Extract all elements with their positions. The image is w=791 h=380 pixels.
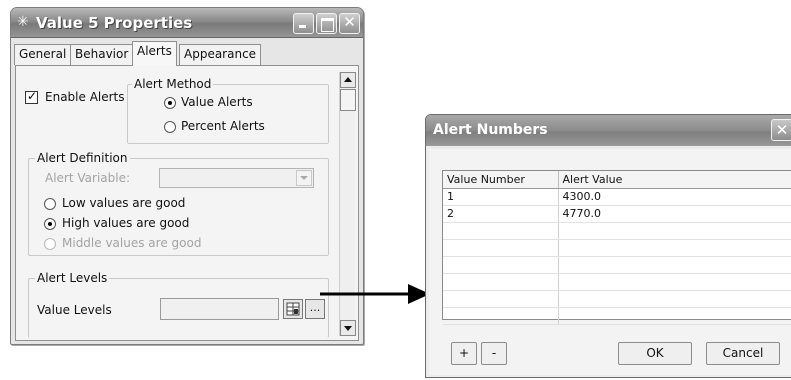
- dialog-title: Alert Numbers: [433, 122, 548, 138]
- scroll-up-button[interactable]: [340, 72, 356, 88]
- value-number-cell[interactable]: 1: [443, 188, 559, 206]
- tab-behavior[interactable]: Behavior: [70, 44, 134, 65]
- scroll-down-button[interactable]: [340, 320, 356, 336]
- edit-table-button[interactable]: [283, 299, 303, 319]
- alert-definition-legend: Alert Definition: [35, 151, 130, 165]
- low-values-label: Low values are good: [62, 196, 186, 210]
- alert-method-group: Alert Method Value Alerts Percent Alerts: [127, 77, 329, 144]
- properties-window: ✳ Value 5 Properties ✕ General Behavior …: [10, 7, 364, 345]
- table-row[interactable]: 1 4300.0: [443, 188, 791, 206]
- remove-row-button[interactable]: -: [481, 342, 507, 365]
- arrow-up-icon: [344, 77, 352, 82]
- table-row[interactable]: [443, 239, 791, 257]
- grid-edit-icon: [286, 302, 300, 316]
- window-title: Value 5 Properties: [36, 14, 193, 32]
- table-row[interactable]: [443, 273, 791, 291]
- alert-definition-group: Alert Definition Alert Variable: Low val…: [28, 151, 329, 256]
- alert-value-cell[interactable]: 4770.0: [558, 205, 791, 223]
- table-row[interactable]: [443, 290, 791, 308]
- middle-values-radio: [44, 238, 56, 250]
- alert-value-cell[interactable]: 4300.0: [558, 188, 791, 206]
- value-levels-field[interactable]: [160, 298, 279, 320]
- enable-alerts-checkbox[interactable]: ✓: [25, 89, 38, 104]
- percent-alerts-radio[interactable]: [164, 121, 176, 133]
- tab-alerts[interactable]: Alerts: [132, 41, 177, 66]
- table-row[interactable]: [443, 222, 791, 240]
- checkmark-icon: ✓: [27, 89, 38, 103]
- enable-alerts-label: Enable Alerts: [45, 90, 125, 104]
- tab-general[interactable]: General: [14, 44, 72, 65]
- value-alerts-radio[interactable]: [164, 97, 176, 109]
- close-button[interactable]: ✕: [339, 13, 360, 34]
- dialog-title-bar[interactable]: Alert Numbers ✕: [426, 115, 791, 146]
- title-bar[interactable]: ✳ Value 5 Properties ✕: [11, 8, 363, 38]
- value-number-cell[interactable]: 2: [443, 205, 559, 223]
- close-icon: ✕: [343, 13, 356, 31]
- alert-levels-group: Alert Levels Value Levels ...: [28, 271, 329, 338]
- alert-variable-dropdown[interactable]: [159, 168, 314, 188]
- dialog-body: Value Number Alert Value 1 4300.0 2 4770…: [429, 149, 791, 375]
- tab-strip: General Behavior Alerts Appearance: [14, 41, 359, 66]
- maximize-button[interactable]: [316, 13, 337, 34]
- percent-alerts-label: Percent Alerts: [181, 119, 265, 133]
- alert-method-legend: Alert Method: [132, 77, 214, 91]
- table-row[interactable]: [443, 256, 791, 274]
- scroll-thumb[interactable]: [340, 89, 356, 111]
- column-header-alert-value[interactable]: Alert Value: [558, 171, 791, 189]
- column-header-value-number[interactable]: Value Number: [443, 171, 559, 189]
- low-values-radio[interactable]: [44, 198, 56, 210]
- value-levels-label: Value Levels: [37, 303, 112, 317]
- cancel-button[interactable]: Cancel: [706, 342, 780, 365]
- dialog-close-button[interactable]: ✕: [771, 119, 791, 141]
- alert-variable-label: Alert Variable:: [45, 171, 131, 185]
- alert-levels-legend: Alert Levels: [35, 271, 110, 285]
- chevron-down-icon: [296, 170, 312, 186]
- add-row-button[interactable]: +: [451, 342, 477, 365]
- alert-numbers-dialog: Alert Numbers ✕ Value Number Alert Value…: [425, 114, 791, 378]
- table-row[interactable]: [443, 307, 791, 325]
- table-header-row: Value Number Alert Value: [443, 171, 791, 189]
- app-gear-icon: ✳: [17, 14, 29, 30]
- high-values-radio[interactable]: [44, 218, 56, 230]
- high-values-label: High values are good: [62, 216, 190, 230]
- table-row[interactable]: 2 4770.0: [443, 205, 791, 223]
- ok-button[interactable]: OK: [618, 342, 692, 365]
- value-alerts-label: Value Alerts: [181, 95, 253, 109]
- minimize-button[interactable]: [293, 13, 314, 34]
- close-icon: ✕: [775, 121, 789, 139]
- tab-appearance[interactable]: Appearance: [179, 44, 262, 65]
- alerts-tab-panel: ✓ Enable Alerts Alert Method Value Alert…: [15, 65, 359, 341]
- arrow-down-icon: [344, 326, 352, 331]
- middle-values-label: Middle values are good: [62, 236, 202, 250]
- right-arrow-icon: [320, 284, 430, 304]
- alert-values-table[interactable]: Value Number Alert Value 1 4300.0 2 4770…: [442, 170, 791, 325]
